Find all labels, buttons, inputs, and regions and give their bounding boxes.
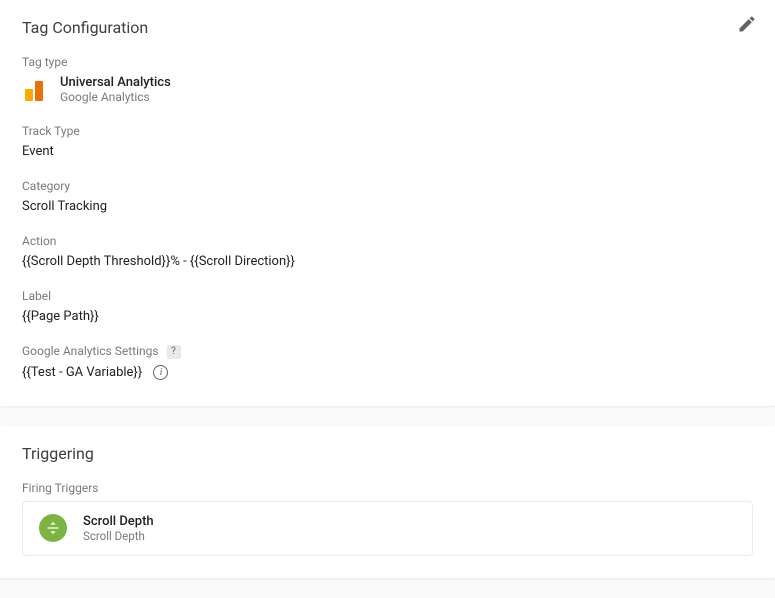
track-type-block: Track Type Event	[22, 124, 753, 159]
label-value: {{Page Path}}	[22, 309, 753, 324]
action-label: Action	[22, 234, 753, 248]
category-block: Category Scroll Tracking	[22, 179, 753, 214]
tag-type-name: Universal Analytics	[60, 75, 171, 90]
ga-settings-value: {{Test - GA Variable}} i	[22, 365, 753, 380]
tag-configuration-title: Tag Configuration	[22, 18, 753, 37]
ga-settings-label-text: Google Analytics Settings	[22, 344, 159, 358]
scroll-depth-icon	[39, 514, 67, 542]
pencil-icon[interactable]	[737, 14, 757, 34]
tag-type-provider: Google Analytics	[60, 90, 171, 104]
info-icon[interactable]: i	[153, 365, 168, 380]
triggering-title: Triggering	[22, 444, 753, 463]
category-label: Category	[22, 179, 753, 193]
triggering-card: Triggering Firing Triggers Scroll Depth …	[0, 426, 775, 578]
category-value: Scroll Tracking	[22, 199, 753, 214]
action-block: Action {{Scroll Depth Threshold}}% - {{S…	[22, 234, 753, 269]
tag-configuration-card: Tag Configuration Tag type Universal Ana…	[0, 0, 775, 406]
ga-settings-block: Google Analytics Settings ? {{Test - GA …	[22, 344, 753, 380]
track-type-value: Event	[22, 144, 753, 159]
help-icon[interactable]: ?	[167, 345, 181, 359]
ga-settings-value-text: {{Test - GA Variable}}	[22, 365, 142, 380]
action-value: {{Scroll Depth Threshold}}% - {{Scroll D…	[22, 254, 753, 269]
ga-settings-label: Google Analytics Settings ?	[22, 344, 753, 359]
label-block: Label {{Page Path}}	[22, 289, 753, 324]
tag-type-block: Tag type Universal Analytics Google Anal…	[22, 55, 753, 104]
track-type-label: Track Type	[22, 124, 753, 138]
tag-type-row[interactable]: Universal Analytics Google Analytics	[22, 75, 753, 104]
tag-type-label: Tag type	[22, 55, 753, 69]
trigger-name: Scroll Depth	[83, 514, 154, 529]
firing-triggers-label: Firing Triggers	[22, 481, 753, 495]
label-label: Label	[22, 289, 753, 303]
trigger-row[interactable]: Scroll Depth Scroll Depth	[22, 501, 753, 556]
google-analytics-icon	[22, 77, 48, 103]
